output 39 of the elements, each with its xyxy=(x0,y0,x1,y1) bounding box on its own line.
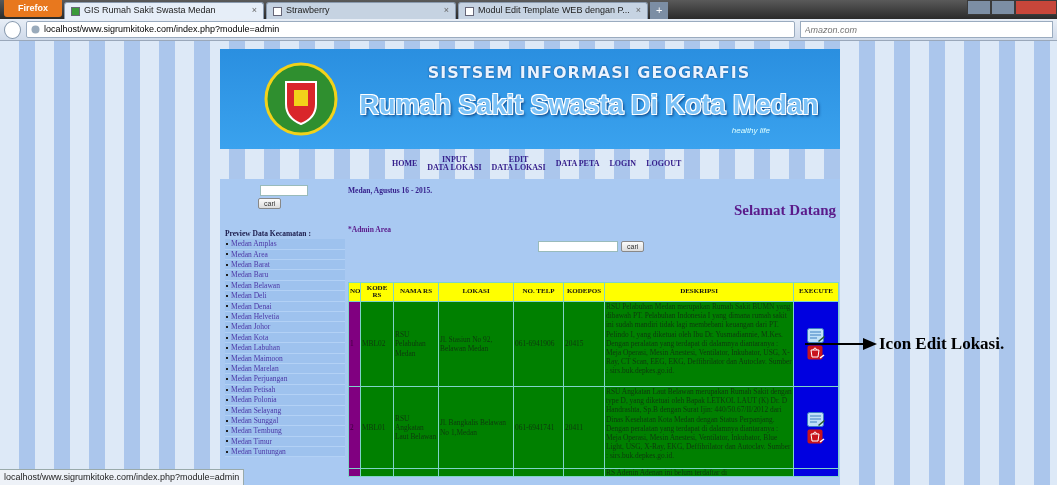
tab-title: GIS Rumah Sakit Swasta Medan xyxy=(84,4,216,18)
browser-tab[interactable]: Strawberry × xyxy=(266,2,456,19)
search-field[interactable] xyxy=(538,241,618,252)
banner-subtitle: SISTSEM INFORMASI GEOGRAFIS xyxy=(427,61,751,84)
arrow-icon xyxy=(805,337,877,350)
edit-icon[interactable] xyxy=(807,411,825,427)
delete-icon[interactable] xyxy=(807,345,825,360)
close-button[interactable] xyxy=(1015,0,1057,15)
maximize-button[interactable] xyxy=(991,0,1015,15)
minimize-button[interactable] xyxy=(967,0,991,15)
page-icon xyxy=(465,6,474,16)
sidebar-search-field[interactable] xyxy=(260,185,308,196)
delete-icon[interactable] xyxy=(807,428,825,444)
nav-link[interactable]: EDIT DATA LOKASI xyxy=(491,155,546,173)
page-icon xyxy=(273,6,282,16)
address-bar[interactable]: localhost/www.sigrumkitoke.com/index.php?module=admin xyxy=(26,21,795,38)
back-button[interactable] xyxy=(4,20,21,39)
browser-tab[interactable]: GIS Rumah Sakit Swasta Medan × xyxy=(64,2,264,19)
new-tab-button[interactable]: + xyxy=(650,2,669,19)
search-field[interactable]: Amazon.com xyxy=(799,21,1053,38)
page-icon xyxy=(71,6,80,16)
close-icon[interactable]: × xyxy=(635,4,641,18)
edit-icon[interactable] xyxy=(807,328,825,343)
tab-title: Modul Edit Template WEB dengan P... xyxy=(478,4,630,18)
nav-link[interactable]: HOME xyxy=(392,159,418,169)
app-menu-button[interactable]: Firefox xyxy=(4,0,62,17)
nav-link[interactable]: DATA PETA xyxy=(555,159,600,169)
welcome-heading: Selamat Datang xyxy=(732,201,837,221)
annotation-text: Icon Edit Lokasi. xyxy=(879,333,1005,355)
globe-icon xyxy=(31,25,40,34)
close-icon[interactable]: × xyxy=(443,4,449,18)
banner-tagline: healthy life xyxy=(731,125,770,138)
browser-tab[interactable]: Modul Edit Template WEB dengan P... × xyxy=(458,2,648,19)
banner-title: Rumah Sakit Swasta Di Kota Medan xyxy=(359,88,819,122)
nav-link[interactable]: LOGIN xyxy=(609,159,637,169)
tab-title: Strawberry xyxy=(286,4,330,18)
nav-link[interactable]: INPUT DATA LOKASI xyxy=(427,155,482,173)
close-icon[interactable]: × xyxy=(251,4,257,18)
nav-link[interactable]: LOGOUT xyxy=(646,159,682,169)
